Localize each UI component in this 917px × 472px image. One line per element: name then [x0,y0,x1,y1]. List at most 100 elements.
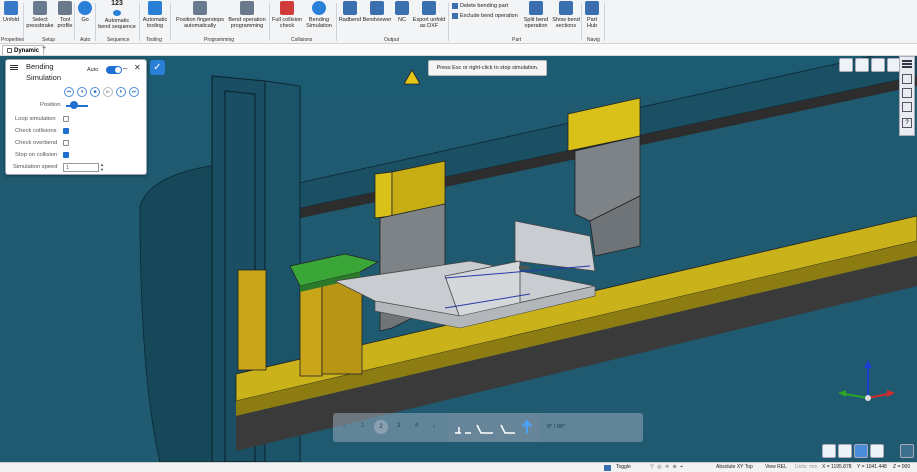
menu-icon[interactable] [902,60,912,62]
sequence-number-label: 123 [111,0,123,7]
exclude-icon [452,13,458,19]
iso-view-icon[interactable] [855,58,869,72]
view-mode[interactable]: View REL [765,464,787,470]
separator [448,3,449,41]
go-button[interactable]: Go [77,1,93,23]
toggle-icon [604,465,611,471]
bend-profile-icons [455,419,532,434]
split-icon [529,1,543,15]
auto-toggle[interactable] [106,66,122,74]
step-forward-button[interactable]: ⏵ [116,87,126,97]
auto-bend-sequence-button[interactable]: 123 Automatic bend sequence [98,0,136,30]
coordinate-mode[interactable]: Absolute XY Top [716,464,753,470]
tab-dynamic[interactable]: Dynamic [2,45,45,55]
tool-profile-button[interactable]: Tool profile [55,1,75,29]
unfold-button[interactable]: Unfold [2,1,20,23]
step-forward-icon: ⏵ [119,89,123,95]
panel-icon[interactable] [902,88,912,98]
position-label: Position [40,102,61,108]
export-icon [422,1,436,15]
stop-icon: ■ [93,89,97,95]
skip-to-start-button[interactable]: ⏮ [64,87,74,97]
show-bend-sections-button[interactable]: Show bend sections [551,1,581,29]
select-pressbrake-button[interactable]: Select pressbrake [26,1,54,29]
skip-to-end-button[interactable]: ⏭ [129,87,139,97]
eye-icon [370,1,384,15]
fit-view-icon[interactable] [871,58,885,72]
layout-icon[interactable] [902,74,912,84]
delete-bending-part-button[interactable]: Delete bending part [452,3,508,9]
bend-operation-programming-button[interactable]: Bend operation programming [226,1,268,29]
grid-view-icon[interactable] [870,444,884,458]
prev-step-icon[interactable]: ‹ [343,424,345,430]
check-overbend-checkbox[interactable] [63,140,69,146]
minimize-icon[interactable]: – [123,64,127,73]
step-2-current[interactable]: 2 [374,420,388,434]
resize-icon[interactable] [900,444,914,458]
export-dxf-button[interactable]: Export unfold as DXF [411,1,447,29]
add-tab-button[interactable]: + [42,45,46,52]
tool-view-icon[interactable] [854,444,868,458]
view-cube-icon[interactable] [839,58,853,72]
angle-readout: 0° / 90° [547,424,566,430]
help-icon[interactable]: ? [902,118,912,128]
exclude-bend-button[interactable]: Exclude bend operation [452,13,518,19]
close-icon[interactable]: ✕ [134,63,141,72]
play-button[interactable]: ▶ [103,87,113,97]
step-back-button[interactable]: ⏴ [77,87,87,97]
tool-profile-icon [58,1,72,15]
unfold-icon [4,1,18,15]
group-label: Output [384,37,400,43]
document-icon [7,48,12,53]
list-icon[interactable] [902,102,912,112]
check-icon: ✓ [153,62,162,73]
separator [23,3,24,41]
position-slider-thumb[interactable] [70,101,78,109]
separator [139,3,140,41]
bend-step-navigator: ‹ 1 2 3 4 › 0° / 90° [333,413,643,442]
programming-icon [240,1,254,15]
stop-button[interactable]: ■ [90,87,100,97]
play-icon [312,1,326,15]
radbend-button[interactable]: Radbend [338,1,362,23]
panel-menu-icon[interactable] [10,65,18,66]
separator [604,3,605,41]
snap-icons[interactable]: ▽ ◎ ✛ ⊕ ⌖ [650,464,710,470]
speed-stepper-icon[interactable]: ▲ ▼ [100,162,104,172]
auto-tooling-button[interactable]: Automatic tooling [142,1,168,29]
group-label: Programming [204,37,235,43]
group-label: Navig [587,37,600,43]
toggle-label[interactable]: Toggle [616,464,631,470]
box-view-icon[interactable] [838,444,852,458]
step-1[interactable]: 1 [361,423,364,429]
full-collision-check-button[interactable]: Full collision check [271,1,303,29]
stop-on-collision-checkbox[interactable] [63,152,69,158]
loop-simulation-label: Loop simulation [15,116,56,122]
camera-icon[interactable] [822,444,836,458]
separator [269,3,270,41]
status-bar: Toggle ▽ ◎ ✛ ⊕ ⌖ Absolute XY Top View RE… [0,462,917,472]
group-label: Tooling [146,37,162,43]
group-label: Setup [42,37,56,43]
radbend-icon [343,1,357,15]
group-label: Sequence [107,37,130,43]
loop-simulation-checkbox[interactable] [63,116,69,122]
units-label: Units: mm [795,464,818,470]
simulation-speed-input[interactable]: 1 [63,163,99,172]
bendviewer-button[interactable]: Bendviewer [362,1,392,23]
separator [336,3,337,41]
step-3[interactable]: 3 [397,423,400,429]
split-bend-operation-button[interactable]: Split bend operation [521,1,551,29]
gear-icon [78,1,92,15]
z-coordinate: Z = 000 [893,464,911,470]
bending-simulation-button[interactable]: Bending Simulation [303,1,335,29]
stop-on-collision-label: Stop on collision [15,152,58,158]
check-collisions-checkbox[interactable] [63,128,69,134]
nc-button[interactable]: NC [393,1,411,23]
position-fingerstops-button[interactable]: Position fingerstops automatically [173,1,227,29]
confirm-check-button[interactable]: ✓ [150,60,165,75]
check-collisions-label: Check collisions [15,128,57,134]
part-hub-button[interactable]: Part Hub [583,1,601,29]
step-4[interactable]: 4 [415,423,418,429]
next-step-icon[interactable]: › [433,424,435,430]
